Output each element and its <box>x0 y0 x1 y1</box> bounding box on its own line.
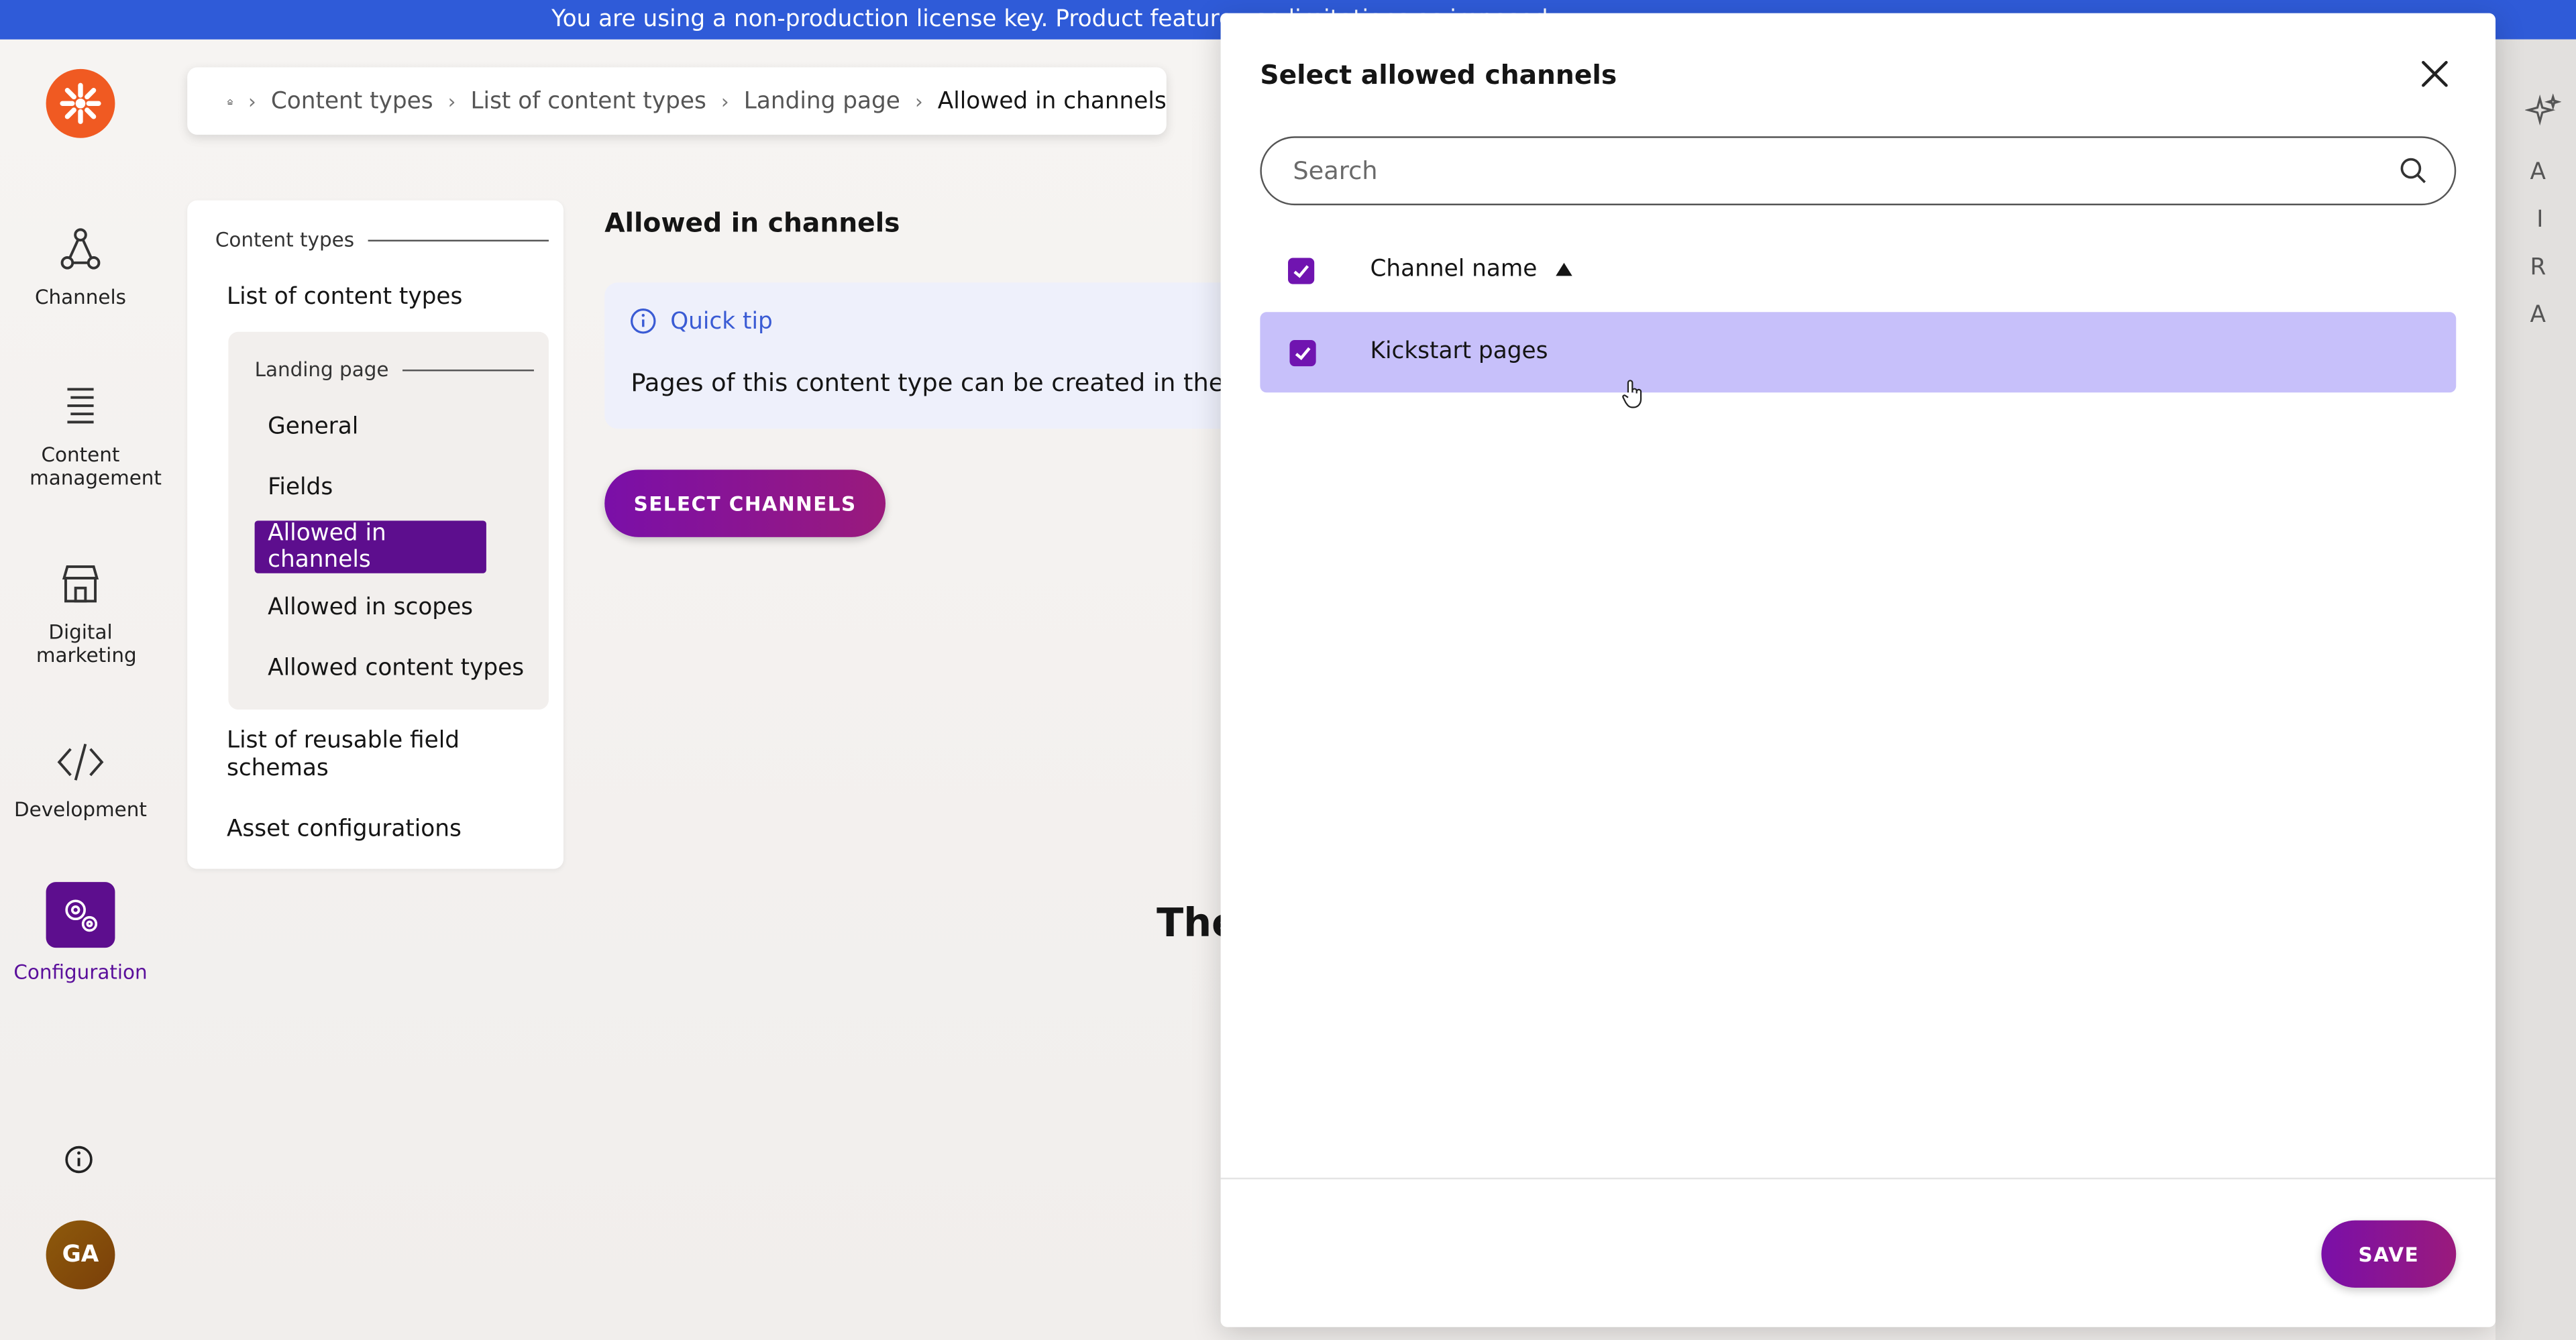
breadcrumb: › Content types › List of content types … <box>187 67 1167 135</box>
channel-name-cell: Kickstart pages <box>1370 338 1548 365</box>
side-item-allowed-in-channels[interactable]: Allowed in channels <box>254 520 486 573</box>
nav-development[interactable]: Development <box>0 739 161 822</box>
search-field[interactable] <box>1260 136 2457 206</box>
search-icon[interactable] <box>2399 156 2428 186</box>
content-management-icon <box>67 388 94 424</box>
info-button[interactable] <box>62 1143 95 1176</box>
side-sub-title: Landing page <box>255 358 533 381</box>
close-icon[interactable] <box>2420 59 2449 89</box>
content-type-side-menu: Content types List of content types Land… <box>187 200 564 869</box>
digital-marketing-icon <box>62 565 99 603</box>
configuration-icon-box <box>46 882 115 948</box>
sort-ascending-icon <box>1555 262 1572 276</box>
logo-icon <box>60 82 101 124</box>
nav-content-management[interactable]: Content management <box>0 384 162 490</box>
checkmark-icon <box>1293 265 1309 278</box>
breadcrumb-item[interactable]: Content types <box>271 88 433 114</box>
aira-letter: I <box>2536 207 2544 233</box>
side-item-allowed-content-types[interactable]: Allowed content types <box>268 655 524 681</box>
breadcrumb-separator-icon: › <box>914 89 923 113</box>
info-icon <box>631 309 656 334</box>
breadcrumb-current: Allowed in channels <box>937 88 1167 115</box>
quick-tip-text: Pages of this content type can be create… <box>631 368 1240 398</box>
sparkle-icon[interactable] <box>2525 93 2561 130</box>
nav-content-management-label: Content management <box>30 443 162 490</box>
aira-letter: A <box>2530 159 2546 186</box>
side-item-reusable-field-schemas[interactable]: List of reusable field schemas <box>227 728 506 783</box>
user-avatar[interactable]: GA <box>46 1220 115 1290</box>
channels-icon <box>60 228 101 270</box>
row-checkbox[interactable] <box>1289 339 1316 367</box>
side-item-fields[interactable]: Fields <box>268 475 333 501</box>
nav-channels-label: Channels <box>35 286 126 309</box>
side-section-title: Content types <box>215 228 549 252</box>
nav-digital-marketing-label: Digital marketing <box>36 620 137 667</box>
hand-cursor-icon <box>1622 380 1642 408</box>
select-all-checkbox[interactable] <box>1288 258 1315 284</box>
gear-icon <box>65 899 98 932</box>
select-channels-button[interactable]: SELECT CHANNELS <box>604 469 886 537</box>
breadcrumb-separator-icon: › <box>447 89 456 113</box>
search-input[interactable] <box>1293 156 2345 186</box>
aira-letter: R <box>2530 254 2546 281</box>
nav-configuration[interactable]: Configuration <box>0 882 161 984</box>
kentico-logo[interactable] <box>46 68 115 138</box>
nav-development-label: Development <box>14 798 147 822</box>
column-header-channel-name[interactable]: Channel name <box>1370 256 1573 282</box>
breadcrumb-item[interactable]: List of content types <box>470 88 706 114</box>
table-row[interactable]: Kickstart pages <box>1260 312 2457 393</box>
quick-tip-title: Quick tip <box>670 308 773 335</box>
info-icon <box>65 1146 93 1174</box>
nav-digital-marketing[interactable]: Digital marketing <box>0 562 161 667</box>
nav-channels[interactable]: Channels <box>0 227 161 309</box>
home-icon[interactable] <box>227 88 233 114</box>
side-item-asset-configurations[interactable]: Asset configurations <box>227 816 462 842</box>
breadcrumb-separator-icon: › <box>720 89 729 113</box>
select-channels-dialog: Select allowed channels Channel name Kic… <box>1220 13 2496 1327</box>
side-submenu-landing-page: Landing page General Fields Allowed in c… <box>228 331 549 710</box>
quick-tip: Quick tip Pages of this content type can… <box>604 282 1262 429</box>
left-nav: Channels Content management Digital mark… <box>0 40 162 1340</box>
dialog-title: Select allowed channels <box>1260 59 1617 91</box>
nav-configuration-label: Configuration <box>13 960 148 984</box>
breadcrumb-item[interactable]: Landing page <box>744 88 900 114</box>
page-title: Allowed in channels <box>604 207 900 239</box>
save-button[interactable]: SAVE <box>2321 1220 2457 1288</box>
side-item-list-of-content-types[interactable]: List of content types <box>227 284 462 311</box>
ai-side-strip <box>2496 39 2576 1340</box>
side-item-allowed-in-scopes[interactable]: Allowed in scopes <box>268 595 473 621</box>
breadcrumb-separator-icon: › <box>248 89 256 113</box>
checkmark-icon <box>1295 347 1311 360</box>
dialog-footer-divider <box>1220 1177 2496 1180</box>
aira-letter: A <box>2530 302 2546 329</box>
development-icon <box>57 743 104 781</box>
side-item-general[interactable]: General <box>268 414 358 440</box>
